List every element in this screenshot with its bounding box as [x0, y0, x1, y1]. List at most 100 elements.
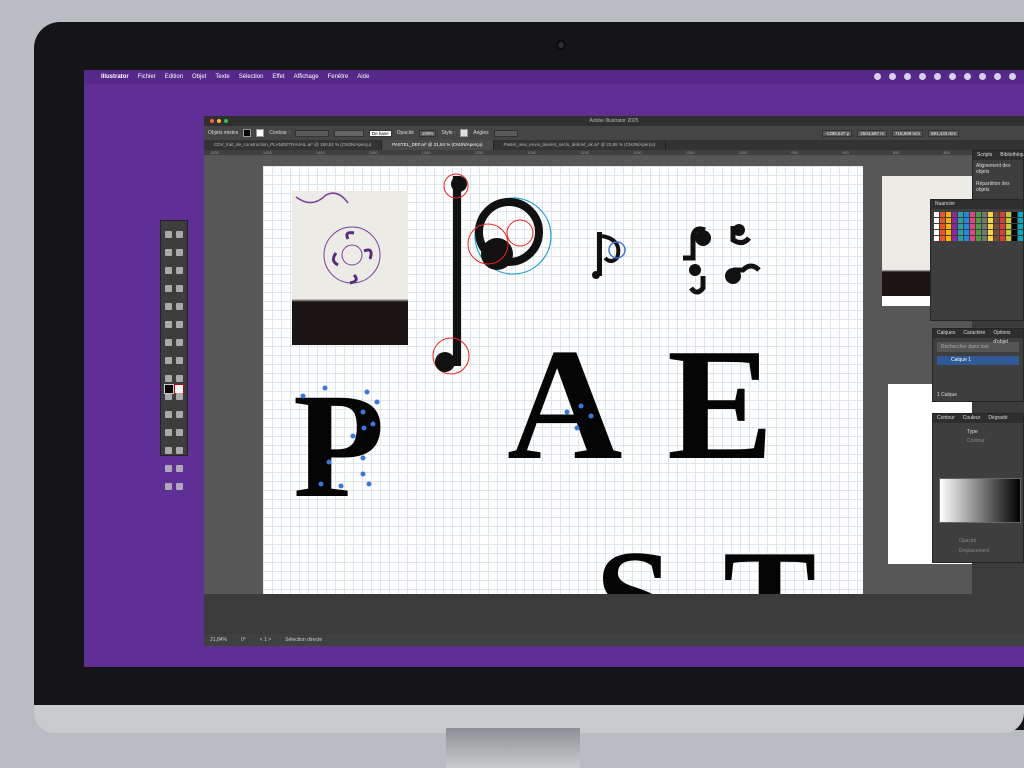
color-swatch[interactable] [964, 212, 969, 217]
tool-icon[interactable] [176, 483, 183, 490]
gradient-preview[interactable] [939, 478, 1021, 523]
angles-field[interactable] [493, 129, 518, 137]
tray-icon[interactable] [964, 73, 971, 80]
color-swatch[interactable] [970, 218, 975, 223]
color-swatch[interactable] [988, 224, 993, 229]
color-swatch[interactable] [1000, 224, 1005, 229]
zoom-field[interactable]: 21,84% [210, 637, 227, 643]
color-swatch[interactable] [1018, 230, 1023, 235]
color-swatch[interactable] [1000, 218, 1005, 223]
color-swatch[interactable] [940, 212, 945, 217]
tool-icon[interactable] [165, 375, 172, 382]
zoom-icon[interactable] [224, 119, 228, 123]
tray-icon[interactable] [1009, 73, 1016, 80]
color-swatch[interactable] [1012, 218, 1017, 223]
color-swatch[interactable] [994, 230, 999, 235]
menu-affichage[interactable]: Affichage [294, 74, 319, 80]
variable-width-field[interactable] [333, 129, 364, 137]
width-field[interactable]: 718,999 mm [891, 129, 923, 137]
tab-stroke[interactable]: Contour [937, 414, 955, 423]
color-swatch[interactable] [1018, 236, 1023, 241]
color-swatch[interactable] [1018, 224, 1023, 229]
logo-monogram[interactable] [683, 224, 761, 295]
tool-icon[interactable] [165, 447, 172, 454]
menu-app-name[interactable]: Illustrator [101, 74, 129, 80]
tool-icon[interactable] [176, 393, 183, 400]
tray-icon[interactable] [949, 73, 956, 80]
color-swatch[interactable] [964, 218, 969, 223]
color-swatch[interactable] [1006, 224, 1011, 229]
tool-icon[interactable] [165, 357, 172, 364]
color-swatch[interactable] [1012, 236, 1017, 241]
color-swatch[interactable] [958, 230, 963, 235]
color-swatch[interactable] [970, 236, 975, 241]
y-field[interactable]: 2504,697 m [857, 129, 887, 137]
glyph-p[interactable]: P [293, 363, 385, 529]
tab-scripts[interactable]: Scripts [977, 151, 992, 160]
stroke-swatch[interactable] [256, 129, 265, 137]
tab-color[interactable]: Couleur [963, 414, 981, 423]
close-icon[interactable] [210, 119, 214, 123]
tool-icon[interactable] [165, 339, 172, 346]
color-swatch[interactable] [964, 230, 969, 235]
tool-icon[interactable] [165, 483, 172, 490]
tool-icon[interactable] [176, 357, 183, 364]
tray-icon[interactable] [979, 73, 986, 80]
tool-icon[interactable] [165, 267, 172, 274]
color-swatch[interactable] [952, 212, 957, 217]
color-swatch[interactable] [946, 230, 951, 235]
small-glyph-p[interactable] [592, 232, 626, 279]
tool-icon[interactable] [176, 465, 183, 472]
color-swatch[interactable] [982, 218, 987, 223]
tool-icon[interactable] [176, 321, 183, 328]
color-swatch[interactable] [952, 230, 957, 235]
menu-fenetre[interactable]: Fenêtre [328, 74, 349, 80]
color-swatch[interactable] [1000, 236, 1005, 241]
glyph-s[interactable]: S [595, 522, 673, 594]
menu-effet[interactable]: Effet [272, 74, 284, 80]
tray-icon[interactable] [919, 73, 926, 80]
color-swatch[interactable] [946, 224, 951, 229]
opacity-field[interactable]: 100% [418, 129, 437, 137]
color-swatch[interactable] [1006, 218, 1011, 223]
color-swatch[interactable] [1012, 230, 1017, 235]
color-swatch[interactable] [1000, 230, 1005, 235]
color-swatch[interactable] [970, 230, 975, 235]
color-swatch[interactable] [994, 224, 999, 229]
color-swatch[interactable] [976, 212, 981, 217]
menu-fichier[interactable]: Fichier [138, 74, 156, 80]
color-swatch[interactable] [994, 212, 999, 217]
color-swatch[interactable] [934, 236, 939, 241]
tab-layers[interactable]: Calques [937, 329, 955, 338]
graphic-style-swatch[interactable] [460, 129, 469, 137]
tool-icon[interactable] [165, 429, 172, 436]
tool-icon[interactable] [165, 303, 172, 310]
tool-icon[interactable] [176, 411, 183, 418]
tool-icon[interactable] [176, 285, 183, 292]
stroke-weight-field[interactable] [294, 129, 329, 137]
tool-icon[interactable] [176, 249, 183, 256]
tool-icon[interactable] [176, 429, 183, 436]
color-swatch[interactable] [946, 218, 951, 223]
color-swatch[interactable] [1012, 212, 1017, 217]
color-swatch[interactable] [982, 230, 987, 235]
fill-swatch[interactable] [243, 129, 252, 137]
color-swatch[interactable] [988, 230, 993, 235]
color-swatch[interactable] [940, 218, 945, 223]
tool-icon[interactable] [165, 285, 172, 292]
tab-character[interactable]: Caractère [963, 329, 985, 338]
color-swatch[interactable] [940, 224, 945, 229]
tool-icon[interactable] [176, 339, 183, 346]
canvas-area[interactable]: P A E S T [204, 156, 972, 594]
x-field[interactable]: -1399,537 p [822, 129, 853, 137]
tool-icon[interactable] [176, 267, 183, 274]
color-swatch[interactable] [946, 236, 951, 241]
tool-icon[interactable] [165, 411, 172, 418]
color-swatch[interactable] [1000, 212, 1005, 217]
color-swatch[interactable] [970, 224, 975, 229]
color-swatch[interactable] [1018, 218, 1023, 223]
menu-edition[interactable]: Edition [165, 74, 183, 80]
color-swatch[interactable] [964, 224, 969, 229]
color-swatch[interactable] [988, 212, 993, 217]
glyph-e[interactable]: E [667, 315, 774, 493]
